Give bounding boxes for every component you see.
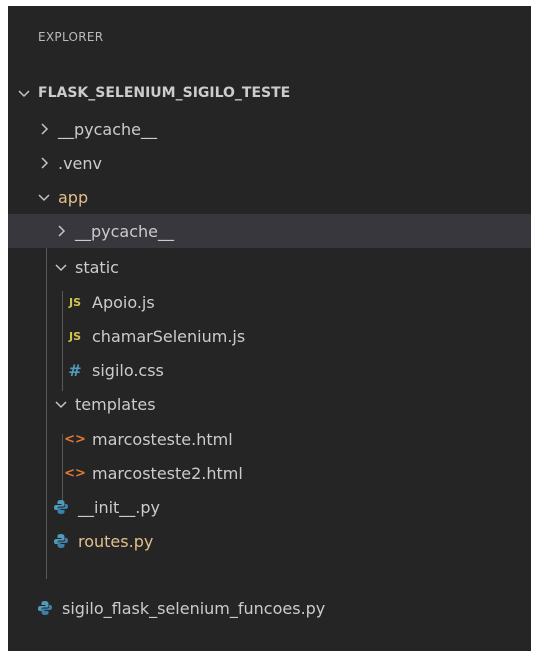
folder-root-flask-selenium-sigilo-teste[interactable]: FLASK_SELENIUM_SIGILO_TESTE: [8, 76, 531, 110]
python-file-icon: [36, 600, 54, 616]
file-marcosteste2-html[interactable]: <> marcosteste2.html: [8, 456, 531, 490]
folder-templates[interactable]: templates: [8, 387, 531, 421]
file-marcosteste-html[interactable]: <> marcosteste.html: [8, 422, 531, 456]
file-label: __init__.py: [78, 497, 161, 517]
folder-app-pycache[interactable]: __pycache__: [8, 214, 531, 248]
chevron-right-icon: [36, 155, 52, 171]
python-file-icon: [52, 533, 70, 549]
html-file-icon: <>: [64, 431, 86, 447]
file-label: sigilo_flask_selenium_funcoes.py: [62, 598, 326, 618]
folder-app[interactable]: app: [8, 180, 531, 214]
html-file-icon: <>: [64, 465, 86, 481]
chevron-down-icon: [53, 259, 69, 275]
file-label: Apoio.js: [92, 292, 155, 312]
chevron-down-icon: [16, 85, 32, 101]
file-routes-py[interactable]: routes.py: [8, 524, 531, 558]
folder-label: static: [75, 257, 119, 277]
folder-label: __pycache__: [58, 119, 158, 139]
explorer-panel: EXPLORER FLASK_SELENIUM_SIGILO_TESTE __p…: [8, 6, 531, 651]
chevron-down-icon: [36, 189, 52, 205]
explorer-header: EXPLORER: [38, 30, 104, 44]
python-file-icon: [52, 499, 70, 515]
chevron-right-icon: [53, 223, 69, 239]
folder-label: FLASK_SELENIUM_SIGILO_TESTE: [38, 85, 291, 101]
file-apoio-js[interactable]: JS Apoio.js: [8, 285, 531, 319]
file-label: chamarSelenium.js: [92, 326, 246, 346]
chevron-down-icon: [53, 396, 69, 412]
javascript-file-icon: JS: [68, 329, 81, 343]
folder-pycache[interactable]: __pycache__: [8, 112, 531, 146]
folder-static[interactable]: static: [8, 250, 531, 284]
folder-label: app: [58, 187, 89, 207]
chevron-right-icon: [36, 121, 52, 137]
file-init-py[interactable]: __init__.py: [8, 490, 531, 524]
folder-venv[interactable]: .venv: [8, 146, 531, 180]
javascript-file-icon: JS: [68, 295, 81, 309]
file-label: sigilo.css: [92, 360, 164, 380]
file-label: marcosteste2.html: [92, 463, 243, 483]
file-label: routes.py: [78, 531, 154, 551]
folder-label: __pycache__: [75, 221, 175, 241]
file-chamarselenium-js[interactable]: JS chamarSelenium.js: [8, 319, 531, 353]
css-file-icon: #: [68, 360, 82, 380]
file-sigilo-css[interactable]: # sigilo.css: [8, 353, 531, 387]
folder-label: .venv: [58, 153, 103, 173]
folder-label: templates: [75, 394, 156, 414]
file-sigilo-flask-selenium-funcoes-py[interactable]: sigilo_flask_selenium_funcoes.py: [8, 591, 531, 625]
file-label: marcosteste.html: [92, 429, 233, 449]
